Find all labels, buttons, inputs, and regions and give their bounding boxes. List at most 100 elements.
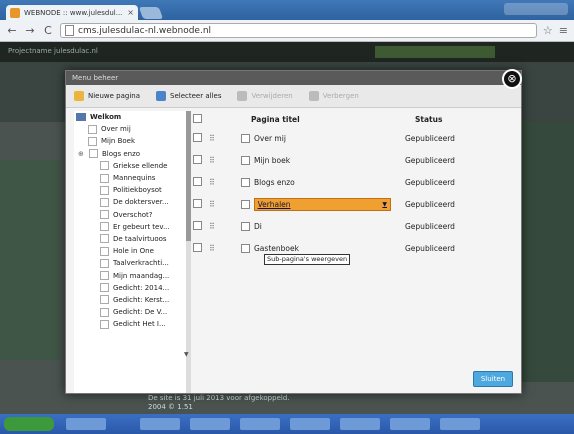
dropdown-arrow-icon[interactable]: ▼ bbox=[382, 201, 387, 208]
sidebar-item-label: Overschot? bbox=[113, 210, 153, 219]
modal-toolbar: Nieuwe pagina Selecteer alles Verwijdere… bbox=[66, 85, 521, 108]
browser-menu-icon[interactable]: ≡ bbox=[559, 24, 568, 37]
expand-icon[interactable]: ⊕ bbox=[78, 148, 85, 160]
reload-button[interactable]: C bbox=[42, 24, 54, 37]
sidebar-item[interactable]: Politiekboysot bbox=[74, 184, 189, 196]
taskbar-item[interactable] bbox=[140, 418, 180, 430]
row-checkbox[interactable] bbox=[193, 242, 203, 254]
row-title: Mijn boek bbox=[254, 155, 291, 165]
page-icon bbox=[241, 177, 250, 187]
browser-tab[interactable]: WEBNODE :: www.julesdul... × bbox=[6, 5, 138, 20]
browser-toolbar: ← → C cms.julesdulac-nl.webnode.nl ☆ ≡ bbox=[0, 20, 574, 42]
table-row[interactable]: ⠿ Blogs enzo Gepubliceerd bbox=[193, 171, 513, 193]
row-status: Gepubliceerd bbox=[405, 177, 455, 187]
sidebar-item[interactable]: Hole in One bbox=[74, 245, 189, 257]
table-row-selected[interactable]: ⠿ Verhalen ▼ Gepubliceerd bbox=[193, 193, 513, 215]
row-checkbox[interactable] bbox=[193, 176, 203, 188]
sidebar-item[interactable]: De doktersver... bbox=[74, 196, 189, 208]
cms-footer-line2: 2004 © 1.51 bbox=[148, 403, 193, 411]
sidebar-item[interactable]: Overschot? bbox=[74, 209, 189, 221]
sidebar-item[interactable]: Gedicht: 2014... bbox=[74, 282, 189, 294]
row-title-cell[interactable]: Over mij bbox=[241, 133, 391, 143]
select-all-checkbox[interactable] bbox=[193, 113, 203, 125]
sidebar-item[interactable]: Gedicht Het I... bbox=[74, 318, 189, 330]
sidebar-item[interactable]: Mijn Boek bbox=[74, 135, 189, 147]
page-tree-sidebar: Welkom Over mij Mijn Boek ⊕ Blogs enzo Gr… bbox=[74, 111, 191, 393]
hide-button[interactable]: Verbergen bbox=[308, 91, 359, 101]
sidebar-item[interactable]: Mannequins bbox=[74, 172, 189, 184]
webnode-favicon-icon bbox=[10, 7, 20, 18]
taskbar-item[interactable] bbox=[440, 418, 480, 430]
sidebar-item-root[interactable]: Welkom bbox=[74, 111, 189, 123]
row-title-cell[interactable]: Verhalen ▼ bbox=[241, 197, 391, 211]
page-icon bbox=[100, 307, 109, 317]
browser-tab-bar: WEBNODE :: www.julesdul... × bbox=[0, 0, 574, 20]
tab-close-icon[interactable]: × bbox=[127, 8, 134, 17]
title-edit-field[interactable]: Verhalen ▼ bbox=[253, 197, 391, 211]
windows-taskbar bbox=[0, 414, 574, 434]
drag-handle-icon[interactable]: ⠿ bbox=[209, 222, 223, 231]
drag-handle-icon[interactable]: ⠿ bbox=[209, 178, 223, 187]
bookmark-star-icon[interactable]: ☆ bbox=[543, 24, 553, 37]
table-row[interactable]: ⠿ Di Gepubliceerd bbox=[193, 215, 513, 237]
address-bar[interactable]: cms.julesdulac-nl.webnode.nl bbox=[60, 23, 537, 38]
sidebar-scrollbar-thumb[interactable] bbox=[186, 111, 191, 241]
close-button[interactable]: Sluiten bbox=[473, 371, 513, 387]
row-title-cell[interactable]: Di bbox=[241, 221, 391, 231]
drag-handle-icon[interactable]: ⠿ bbox=[209, 200, 223, 209]
sidebar-item-label: De taalvirtuoos bbox=[113, 234, 167, 243]
cms-top-bar: Projectname julesdulac.nl bbox=[0, 42, 574, 62]
select-all-button[interactable]: Selecteer alles bbox=[156, 91, 221, 101]
new-page-button[interactable]: Nieuwe pagina bbox=[74, 91, 140, 101]
address-text: cms.julesdulac-nl.webnode.nl bbox=[78, 25, 212, 36]
sidebar-item[interactable]: Taalverkrachti... bbox=[74, 257, 189, 269]
page-icon bbox=[100, 258, 109, 268]
cms-green-bar bbox=[375, 46, 495, 58]
row-title: Di bbox=[254, 221, 262, 231]
page-icon bbox=[100, 185, 109, 195]
row-title-cell[interactable]: Mijn boek bbox=[241, 155, 391, 165]
row-checkbox[interactable] bbox=[193, 154, 203, 166]
close-icon[interactable]: ⊗ bbox=[502, 69, 522, 89]
table-row[interactable]: ⠿ Mijn boek Gepubliceerd bbox=[193, 149, 513, 171]
page-icon bbox=[241, 221, 250, 231]
forward-button[interactable]: → bbox=[24, 24, 36, 37]
row-checkbox[interactable] bbox=[193, 132, 203, 144]
back-button[interactable]: ← bbox=[6, 24, 18, 37]
drag-handle-icon[interactable]: ⠿ bbox=[209, 134, 223, 143]
taskbar-item[interactable] bbox=[290, 418, 330, 430]
row-checkbox[interactable] bbox=[193, 198, 203, 210]
taskbar-item[interactable] bbox=[240, 418, 280, 430]
row-checkbox[interactable] bbox=[193, 220, 203, 232]
page-icon bbox=[241, 155, 250, 165]
start-button[interactable] bbox=[4, 417, 54, 431]
row-title-cell[interactable]: Blogs enzo bbox=[241, 177, 391, 187]
drag-handle-icon[interactable]: ⠿ bbox=[209, 244, 223, 253]
sidebar-item[interactable]: Gedicht: De V... bbox=[74, 306, 189, 318]
row-title: Gastenboek bbox=[254, 243, 299, 253]
sidebar-item[interactable]: Er gebeurt tev... bbox=[74, 221, 189, 233]
sidebar-item[interactable]: Gedicht: Kerst... bbox=[74, 294, 189, 306]
sidebar-item[interactable]: De taalvirtuoos bbox=[74, 233, 189, 245]
window-controls[interactable] bbox=[504, 3, 568, 15]
tab-title: WEBNODE :: www.julesdul... bbox=[24, 8, 123, 17]
taskbar-item[interactable] bbox=[390, 418, 430, 430]
new-tab-button[interactable] bbox=[138, 7, 164, 19]
taskbar-item[interactable] bbox=[66, 418, 106, 430]
delete-button[interactable]: Verwijderen bbox=[237, 91, 293, 101]
table-header: Pagina titel Status bbox=[193, 111, 513, 127]
row-title-cell[interactable]: Gastenboek bbox=[241, 243, 391, 253]
table-row[interactable]: ⠿ Gastenboek Gepubliceerd bbox=[193, 237, 513, 259]
taskbar-item[interactable] bbox=[190, 418, 230, 430]
sidebar-item[interactable]: Mijn maandag... bbox=[74, 269, 189, 281]
taskbar-item[interactable] bbox=[340, 418, 380, 430]
drag-handle-icon[interactable]: ⠿ bbox=[209, 156, 223, 165]
scroll-down-icon[interactable]: ▼ bbox=[184, 351, 189, 358]
table-row[interactable]: ⠿ Over mij Gepubliceerd bbox=[193, 127, 513, 149]
page-icon bbox=[241, 243, 250, 253]
sidebar-item[interactable]: ⊕ Blogs enzo bbox=[74, 148, 189, 160]
sidebar-item[interactable]: Griekse ellende bbox=[74, 160, 189, 172]
sidebar-item[interactable]: Over mij bbox=[74, 123, 189, 135]
page-icon bbox=[100, 234, 109, 244]
sidebar-item-label: Gedicht: Kerst... bbox=[113, 295, 170, 304]
